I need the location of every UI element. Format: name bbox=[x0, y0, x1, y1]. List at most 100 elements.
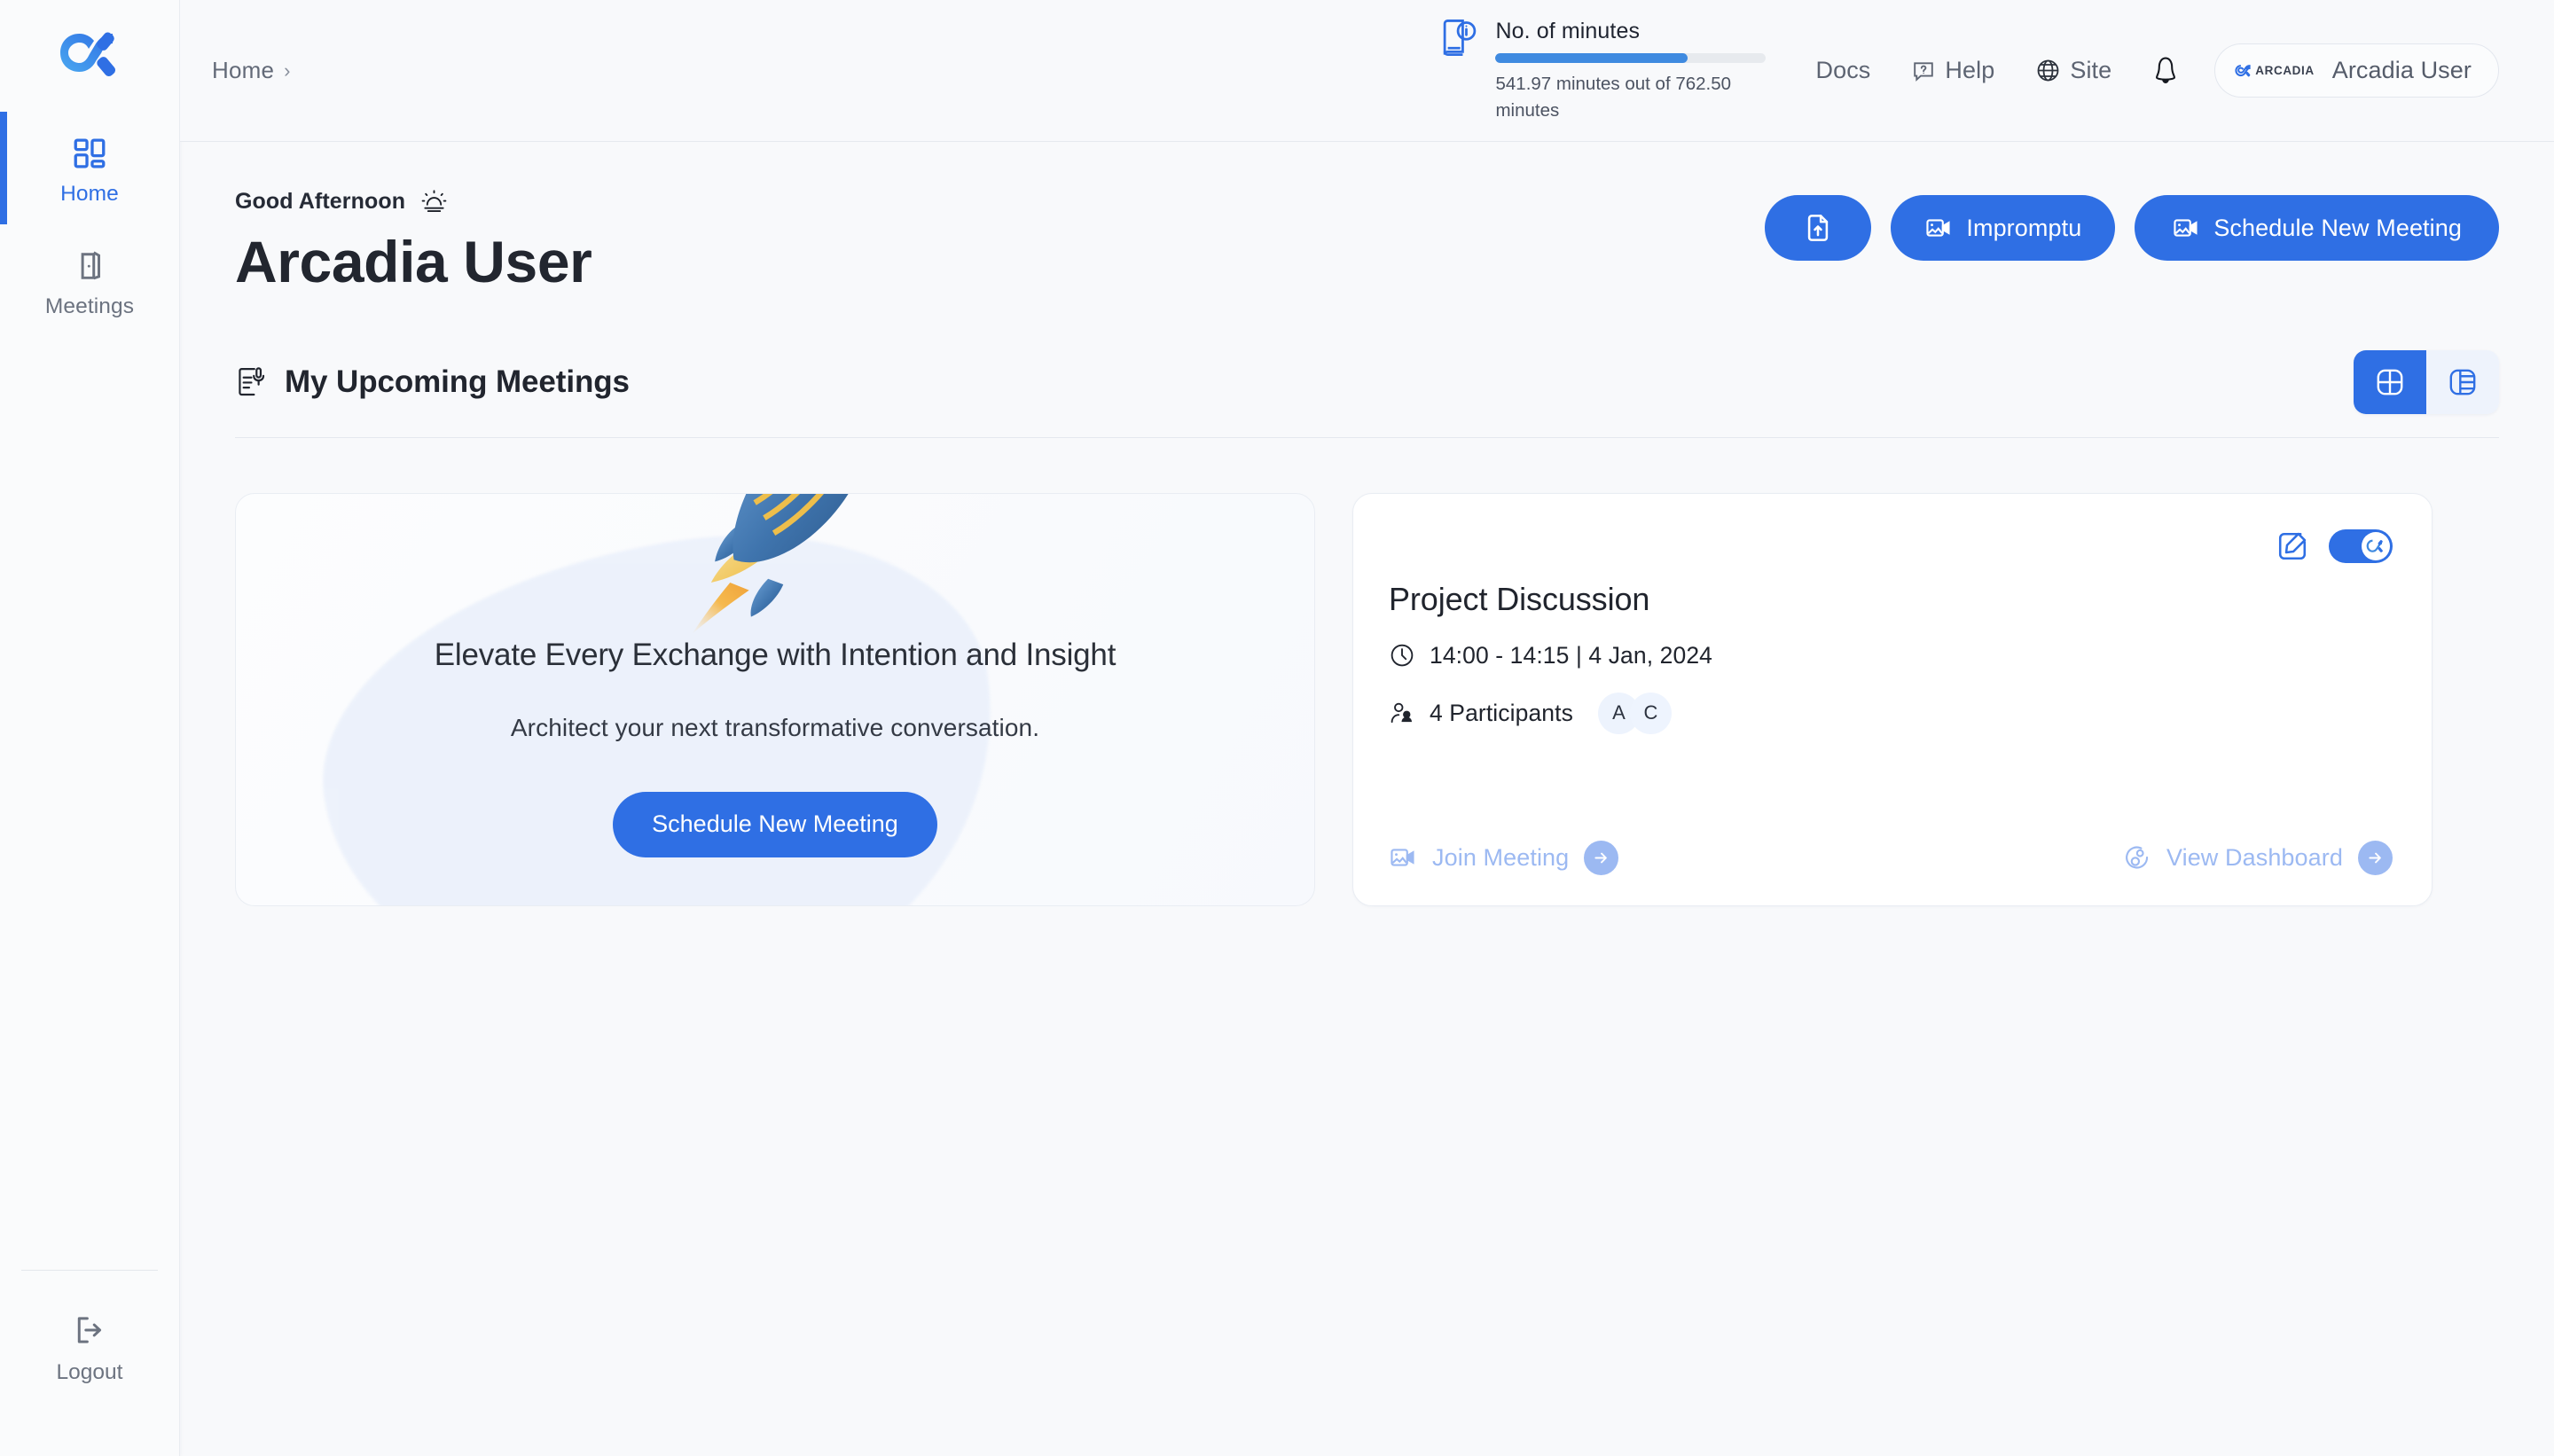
clock-icon bbox=[1391, 645, 1414, 667]
arcadia-logo-icon bbox=[60, 32, 116, 77]
hero-actions: Impromptu Schedule New Meeting bbox=[1765, 188, 2499, 261]
minutes-detail: 541.97 minutes out of 762.50 minutes bbox=[1495, 74, 1732, 121]
chip-brand-text: ARCADIA bbox=[2255, 64, 2315, 77]
upload-document-button[interactable] bbox=[1765, 195, 1872, 261]
app-root: Home Meetings Logout Home › No. of minut… bbox=[0, 0, 2554, 1456]
door-icon bbox=[81, 251, 100, 280]
view-dashboard-label: View Dashboard bbox=[2166, 843, 2343, 871]
arrow-right-icon bbox=[1584, 840, 1619, 875]
arcadia-logo-small-icon bbox=[2366, 539, 2383, 552]
file-upload-icon bbox=[1808, 215, 1829, 241]
sidebar-logo[interactable] bbox=[0, 27, 179, 85]
list-view-icon bbox=[2449, 369, 2476, 395]
toggle-knob bbox=[2362, 531, 2390, 560]
nav-site-label: Site bbox=[2070, 57, 2112, 83]
video-icon bbox=[2174, 219, 2198, 237]
promo-content: Elevate Every Exchange with Intention an… bbox=[236, 638, 1314, 857]
minutes-progress-fill bbox=[1495, 53, 1688, 64]
book-info-icon bbox=[1444, 20, 1477, 57]
nav-help-label: Help bbox=[1945, 57, 1995, 83]
meeting-card: Project Discussion 14:00 - 14:15 | 4 Jan… bbox=[1352, 492, 2433, 906]
section-title-group: My Upcoming Meetings bbox=[235, 364, 630, 400]
greeting-row: Good Afternoon bbox=[235, 188, 1765, 215]
edit-link-icon bbox=[2278, 532, 2307, 560]
upcoming-meetings-section-header: My Upcoming Meetings bbox=[235, 349, 2499, 438]
analytics-icon bbox=[2126, 846, 2149, 869]
arrow-glyph bbox=[1594, 852, 1608, 864]
breadcrumb-home-label: Home bbox=[212, 57, 275, 83]
promo-schedule-meeting-button[interactable]: Schedule New Meeting bbox=[613, 791, 937, 857]
header-nav: Docs Help Site bbox=[1815, 57, 2111, 84]
bell-icon bbox=[2156, 57, 2176, 83]
meeting-card-actions: Join Meeting View Dashboard bbox=[1389, 840, 2393, 875]
participant-avatars: A C bbox=[1597, 692, 1672, 734]
breadcrumb[interactable]: Home › bbox=[212, 57, 291, 84]
greeting-label: Good Afternoon bbox=[235, 189, 406, 214]
edit-meeting-button[interactable] bbox=[2276, 529, 2309, 563]
impromptu-label: Impromptu bbox=[1966, 214, 2082, 241]
minutes-title: No. of minutes bbox=[1495, 19, 1641, 44]
logout-icon bbox=[77, 1317, 102, 1343]
page-title: Arcadia User bbox=[235, 229, 592, 294]
globe-icon bbox=[2037, 59, 2059, 82]
sidebar-item-logout[interactable]: Logout bbox=[0, 1271, 179, 1456]
section-title: My Upcoming Meetings bbox=[285, 364, 630, 399]
hero-row: Good Afternoon Arcadia User Impromptu Sc… bbox=[235, 188, 2499, 295]
document-mic-icon bbox=[239, 367, 265, 396]
promo-card: Elevate Every Exchange with Intention an… bbox=[235, 492, 1315, 906]
nav-docs-label: Docs bbox=[1815, 57, 1871, 83]
participants-count-label: 4 Participants bbox=[1430, 699, 1573, 726]
user-name-label: Arcadia User bbox=[2331, 57, 2472, 83]
video-icon bbox=[1926, 219, 1950, 237]
grid-view-button[interactable] bbox=[2354, 349, 2426, 414]
impromptu-button[interactable]: Impromptu bbox=[1891, 195, 2116, 261]
sidebar-nav: Home Meetings bbox=[0, 112, 179, 337]
user-profile-chip[interactable]: ARCADIA Arcadia User bbox=[2214, 43, 2499, 98]
sidebar-item-meetings[interactable]: Meetings bbox=[0, 224, 179, 337]
sidebar: Home Meetings Logout bbox=[0, 0, 180, 1456]
minutes-text-block: No. of minutes 541.97 minutes out of 762… bbox=[1495, 17, 1767, 123]
meeting-card-toolbar bbox=[1389, 528, 2393, 563]
sunrise-icon bbox=[421, 190, 447, 213]
top-header: Home › No. of minutes 541.97 minutes out… bbox=[180, 0, 2554, 142]
promo-title: Elevate Every Exchange with Intention an… bbox=[434, 637, 1116, 672]
schedule-new-meeting-label: Schedule New Meeting bbox=[2213, 214, 2462, 241]
chevron-right-icon: › bbox=[284, 59, 291, 82]
sidebar-item-label: Home bbox=[60, 182, 119, 206]
join-meeting-label: Join Meeting bbox=[1432, 843, 1570, 871]
main-pane: Home › No. of minutes 541.97 minutes out… bbox=[180, 0, 2554, 1456]
schedule-new-meeting-button[interactable]: Schedule New Meeting bbox=[2135, 195, 2499, 261]
grid-icon bbox=[74, 138, 106, 168]
meeting-participants-row: 4 Participants A C bbox=[1389, 692, 2393, 734]
help-icon bbox=[1914, 61, 1934, 82]
avatar[interactable]: C bbox=[1629, 692, 1672, 734]
meeting-title: Project Discussion bbox=[1389, 580, 1650, 617]
minutes-usage-widget: No. of minutes 541.97 minutes out of 762… bbox=[1438, 17, 1767, 123]
promo-subtitle: Architect your next transformative conve… bbox=[510, 713, 1040, 741]
meeting-time-label: 14:00 - 14:15 | 4 Jan, 2024 bbox=[1430, 641, 1712, 669]
meeting-enabled-toggle[interactable] bbox=[2329, 528, 2393, 563]
arcadia-logo-small-icon bbox=[2235, 64, 2251, 76]
view-dashboard-button[interactable]: View Dashboard bbox=[2123, 840, 2393, 875]
join-meeting-button[interactable]: Join Meeting bbox=[1389, 840, 1619, 875]
hero-left: Good Afternoon Arcadia User bbox=[235, 188, 1765, 295]
arrow-right-icon bbox=[2358, 840, 2393, 875]
list-view-button[interactable] bbox=[2426, 349, 2499, 414]
nav-help[interactable]: Help bbox=[1911, 57, 1994, 84]
meeting-time-row: 14:00 - 14:15 | 4 Jan, 2024 bbox=[1389, 642, 2393, 669]
cards-row: Elevate Every Exchange with Intention an… bbox=[235, 492, 2499, 906]
notifications-button[interactable] bbox=[2151, 55, 2181, 87]
chip-brand: ARCADIA bbox=[2235, 64, 2314, 77]
arrow-glyph bbox=[2369, 852, 2381, 864]
nav-site[interactable]: Site bbox=[2035, 57, 2111, 84]
sidebar-item-label: Meetings bbox=[44, 294, 135, 318]
view-toggle-group bbox=[2354, 349, 2499, 414]
main-content: Good Afternoon Arcadia User Impromptu Sc… bbox=[180, 142, 2554, 1456]
sidebar-item-label: Logout bbox=[56, 1360, 123, 1384]
meeting-card-spacer bbox=[1389, 734, 2393, 841]
grid-view-icon bbox=[2377, 369, 2403, 395]
nav-docs[interactable]: Docs bbox=[1815, 57, 1870, 84]
sidebar-item-home[interactable]: Home bbox=[0, 112, 179, 224]
people-icon bbox=[1391, 703, 1412, 724]
minutes-progress-bar bbox=[1495, 53, 1767, 64]
